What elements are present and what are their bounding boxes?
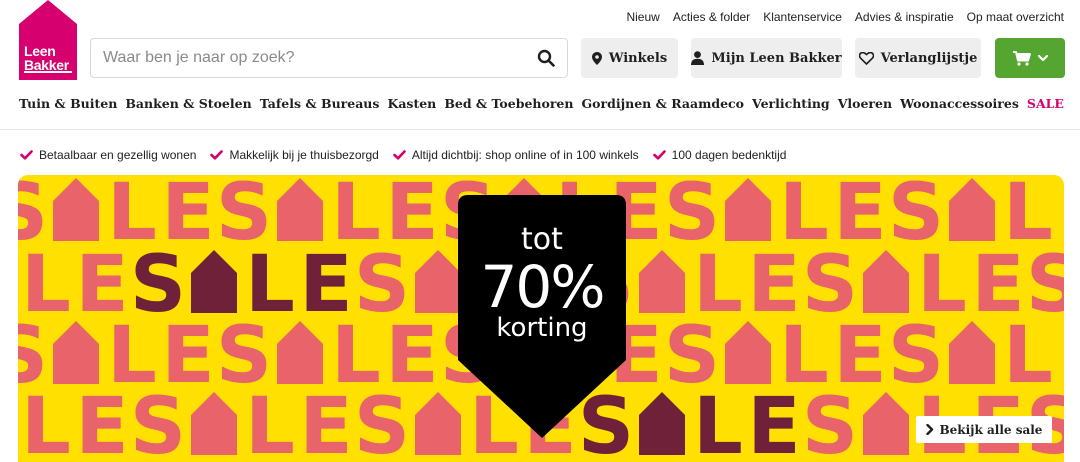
nav-item-banken-stoelen[interactable]: Banken & Stoelen xyxy=(125,96,251,111)
pattern-house-letter xyxy=(53,321,99,384)
pattern-house-letter xyxy=(415,250,461,313)
pattern-house-letter xyxy=(863,392,909,455)
usp-text: Makkelijk bij je thuisbezorgd xyxy=(229,148,379,162)
logo-text-bakker: Bakker xyxy=(24,57,69,73)
checkmark-icon xyxy=(210,150,224,160)
sale-banner[interactable]: SLESLESLESLESLESLESLESLESLESLESSLESLESLE… xyxy=(18,175,1064,462)
chevron-right-icon xyxy=(925,424,933,435)
toplink-advies[interactable]: Advies & inspiratie xyxy=(855,10,954,24)
pattern-letter: S xyxy=(802,382,858,462)
pattern-house-letter xyxy=(415,392,461,455)
tag-text-percentage: 70% xyxy=(480,253,606,321)
pattern-letter: E xyxy=(747,382,800,462)
user-icon xyxy=(691,51,705,65)
usp-item: 100 dagen bedenktijd xyxy=(652,148,787,162)
search-icon[interactable] xyxy=(537,49,555,67)
nav-item-tuin-buiten[interactable]: Tuin & Buiten xyxy=(19,96,117,111)
nav-item-vloeren[interactable]: Vloeren xyxy=(838,96,892,111)
cart-icon xyxy=(1012,50,1031,66)
usp-bar: Betaalbaar en gezellig wonen Makkelijk b… xyxy=(20,148,786,162)
chevron-down-icon xyxy=(1037,54,1048,61)
pattern-letter: L xyxy=(245,382,295,462)
nav-item-kasten[interactable]: Kasten xyxy=(387,96,436,111)
checkmark-icon xyxy=(652,150,666,160)
logo-text-leen: Leen xyxy=(24,43,56,59)
winkels-label: Winkels xyxy=(608,50,668,66)
account-button[interactable]: Mijn Leen Bakker xyxy=(691,38,842,78)
pattern-letter: L xyxy=(693,382,743,462)
pattern-letter: E xyxy=(75,382,128,462)
nav-item-woonaccessoires[interactable]: Woonaccessoires xyxy=(900,96,1019,111)
cta-label: Bekijk alle sale xyxy=(939,422,1043,437)
usp-item: Makkelijk bij je thuisbezorgd xyxy=(210,148,379,162)
pattern-letter: E xyxy=(299,382,352,462)
pattern-house-letter xyxy=(191,250,237,313)
checkmark-icon xyxy=(393,150,406,160)
map-pin-icon xyxy=(591,51,602,65)
pattern-house-letter xyxy=(53,178,99,241)
pattern-house-letter xyxy=(639,250,685,313)
pattern-house-letter xyxy=(949,178,995,241)
nav-item-tafels-bureaus[interactable]: Tafels & Bureaus xyxy=(260,96,380,111)
usp-item: Altijd dichtbij: shop online of in 100 w… xyxy=(393,148,639,162)
toplink-acties[interactable]: Acties & folder xyxy=(673,10,750,24)
search-input[interactable] xyxy=(103,39,523,77)
usp-text: Altijd dichtbij: shop online of in 100 w… xyxy=(411,148,639,162)
bekijk-alle-sale-button[interactable]: Bekijk alle sale xyxy=(916,416,1052,443)
pattern-letter: S xyxy=(354,382,410,462)
pattern-house-letter xyxy=(277,178,323,241)
pattern-house-letter xyxy=(191,392,237,455)
usp-text: 100 dagen bedenktijd xyxy=(671,148,787,162)
account-label: Mijn Leen Bakker xyxy=(711,50,842,66)
toplink-klantenservice[interactable]: Klantenservice xyxy=(763,10,842,24)
toplink-nieuw[interactable]: Nieuw xyxy=(626,10,659,24)
winkels-button[interactable]: Winkels xyxy=(581,38,678,78)
usp-text: Betaalbaar en gezellig wonen xyxy=(39,148,197,162)
cart-button[interactable] xyxy=(995,38,1065,78)
nav-item-gordijnen-raamdeco[interactable]: Gordijnen & Raamdeco xyxy=(582,96,744,111)
pattern-house-letter xyxy=(277,321,323,384)
wishlist-button[interactable]: Verlanglijstje xyxy=(855,38,981,78)
tag-text-tot: tot xyxy=(521,222,563,257)
checkmark-icon xyxy=(20,150,33,160)
nav-divider xyxy=(0,129,1080,130)
pattern-house-letter xyxy=(949,321,995,384)
nav-item-verlichting[interactable]: Verlichting xyxy=(752,96,830,111)
heart-icon xyxy=(858,51,874,65)
toplink-op-maat[interactable]: Op maat overzicht xyxy=(967,10,1064,24)
pattern-letter: S xyxy=(130,382,186,462)
pattern-letter: L xyxy=(21,382,71,462)
search-box xyxy=(90,38,568,78)
leen-bakker-logo[interactable]: Leen Bakker xyxy=(19,0,77,80)
usp-item: Betaalbaar en gezellig wonen xyxy=(20,148,196,162)
discount-tag: tot 70% korting xyxy=(458,195,626,438)
pattern-house-letter xyxy=(639,392,685,455)
tag-text-korting: korting xyxy=(496,313,588,343)
nav-item-sale[interactable]: SALE xyxy=(1027,96,1064,111)
wishlist-label: Verlanglijstje xyxy=(880,50,978,66)
pattern-house-letter xyxy=(725,178,771,241)
top-links: Nieuw Acties & folder Klantenservice Adv… xyxy=(626,10,1064,24)
nav-item-bed-toebehoren[interactable]: Bed & Toebehoren xyxy=(444,96,573,111)
pattern-house-letter xyxy=(725,321,771,384)
pattern-house-letter xyxy=(863,250,909,313)
main-navigation: Tuin & Buiten Banken & Stoelen Tafels & … xyxy=(19,96,1064,111)
